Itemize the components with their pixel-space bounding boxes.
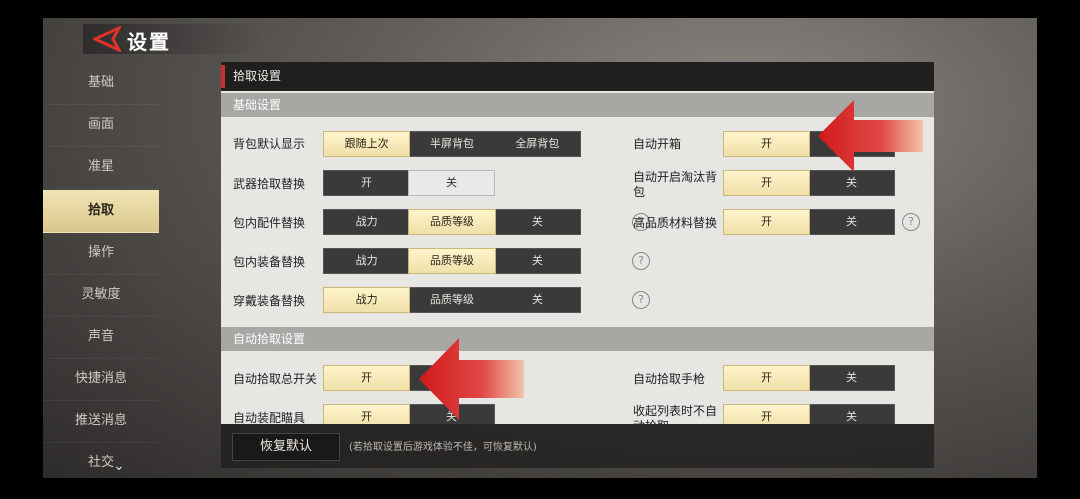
weapon-replace-off[interactable]: 关 xyxy=(408,170,495,196)
auto-open-bag-label: 自动开启淘汰背包 xyxy=(633,170,718,199)
auto-pickup-pistol-toggle: 开 关 xyxy=(723,365,895,391)
bag-display-label: 背包默认显示 xyxy=(233,137,306,151)
footer-bar: 恢复默认 (若拾取设置后游戏体验不佳，可恢复默认) xyxy=(221,424,934,468)
sidebar-item-basic[interactable]: 基础 xyxy=(43,62,159,105)
attachment-replace-power[interactable]: 战力 xyxy=(324,210,409,234)
bag-display-follow-last[interactable]: 跟随上次 xyxy=(322,131,411,157)
top-bar: 设置 xyxy=(43,18,1037,58)
sidebar-item-crosshair[interactable]: 准星 xyxy=(43,146,159,189)
auto-open-bag-off[interactable]: 关 xyxy=(809,171,894,195)
collapse-list-on[interactable]: 开 xyxy=(723,404,810,424)
hq-material-toggle: 开 关 xyxy=(723,209,895,235)
auto-open-bag-toggle: 开 关 xyxy=(723,170,895,196)
auto-open-box-on[interactable]: 开 xyxy=(723,131,810,157)
attachment-replace-off[interactable]: 关 xyxy=(495,210,580,234)
hq-material-off[interactable]: 关 xyxy=(809,210,894,234)
sidebar-item-push-messages[interactable]: 推送消息 xyxy=(43,400,159,443)
collapse-list-toggle: 开 关 xyxy=(723,404,895,424)
attachment-replace-selector: 战力 品质等级 关 xyxy=(323,209,581,235)
auto-open-box-label: 自动开箱 xyxy=(633,137,682,151)
auto-equip-scope-on[interactable]: 开 xyxy=(323,404,410,424)
wear-replace-power[interactable]: 战力 xyxy=(322,287,411,313)
sidebar-item-graphics[interactable]: 画面 xyxy=(43,104,159,147)
equip-replace-label: 包内装备替换 xyxy=(233,255,306,269)
sidebar: 基础 画面 准星 拾取 操作 灵敏度 声音 快捷消息 推送消息 社交 xyxy=(43,62,159,478)
collapse-list-off[interactable]: 关 xyxy=(809,405,894,424)
hq-material-label: 高品质材料替换 xyxy=(633,216,718,230)
chevron-down-icon[interactable]: ⌄ xyxy=(113,458,125,474)
panel-header: 拾取设置 xyxy=(221,62,934,91)
attachment-replace-label: 包内配件替换 xyxy=(233,216,306,230)
collapse-list-label: 收起列表时不自动拾取 xyxy=(633,404,718,424)
back-arrow-icon[interactable] xyxy=(93,26,121,52)
panel-title: 拾取设置 xyxy=(233,69,282,83)
auto-pickup-pistol-label: 自动拾取手枪 xyxy=(633,372,706,386)
wear-replace-selector: 战力 品质等级 关 xyxy=(322,287,581,313)
hq-material-help-icon[interactable]: ? xyxy=(902,213,920,231)
bag-display-full-screen[interactable]: 全屏背包 xyxy=(495,132,580,156)
red-arrow-icon-top xyxy=(818,100,923,172)
auto-open-bag-on[interactable]: 开 xyxy=(723,170,810,196)
sidebar-item-controls[interactable]: 操作 xyxy=(43,232,159,275)
auto-pickup-master-label: 自动拾取总开关 xyxy=(233,372,318,386)
auto-pickup-master-on[interactable]: 开 xyxy=(323,365,410,391)
sidebar-item-sensitivity[interactable]: 灵敏度 xyxy=(43,274,159,317)
equip-help-icon[interactable]: ? xyxy=(632,252,650,270)
section-auto-pickup: 自动拾取设置 xyxy=(221,327,934,351)
weapon-replace-label: 武器拾取替换 xyxy=(233,177,306,191)
page-title: 设置 xyxy=(127,30,171,54)
sidebar-item-quick-messages[interactable]: 快捷消息 xyxy=(43,358,159,401)
equip-replace-quality[interactable]: 品质等级 xyxy=(408,248,496,274)
header-accent xyxy=(221,65,225,88)
sidebar-item-social[interactable]: 社交 xyxy=(43,442,159,478)
reset-hint-text: (若拾取设置后游戏体验不佳，可恢复默认) xyxy=(349,442,537,453)
equip-replace-power[interactable]: 战力 xyxy=(324,249,409,273)
game-screen: 设置 基础 画面 准星 拾取 操作 灵敏度 声音 快捷消息 推送消息 社交 ⌄ … xyxy=(43,18,1037,478)
wear-replace-label: 穿戴装备替换 xyxy=(233,294,306,308)
wear-replace-off[interactable]: 关 xyxy=(495,288,580,312)
auto-pickup-pistol-on[interactable]: 开 xyxy=(723,365,810,391)
bag-display-selector: 跟随上次 半屏背包 全屏背包 xyxy=(322,131,581,157)
weapon-replace-toggle: 开 关 xyxy=(323,170,495,196)
equip-replace-off[interactable]: 关 xyxy=(495,249,580,273)
wear-replace-quality[interactable]: 品质等级 xyxy=(409,288,494,312)
auto-equip-scope-label: 自动装配瞄具 xyxy=(233,411,306,424)
equip-replace-selector: 战力 品质等级 关 xyxy=(323,248,581,274)
auto-pickup-pistol-off[interactable]: 关 xyxy=(809,366,894,390)
weapon-replace-on[interactable]: 开 xyxy=(324,171,409,195)
red-arrow-icon-bottom xyxy=(419,338,524,420)
hq-material-on[interactable]: 开 xyxy=(723,209,810,235)
sidebar-item-sound[interactable]: 声音 xyxy=(43,316,159,359)
attachment-replace-quality[interactable]: 品质等级 xyxy=(408,209,496,235)
sidebar-item-pickup[interactable]: 拾取 xyxy=(43,190,159,233)
bag-display-half-screen[interactable]: 半屏背包 xyxy=(409,132,494,156)
wear-help-icon[interactable]: ? xyxy=(632,291,650,309)
reset-default-button[interactable]: 恢复默认 xyxy=(232,433,340,461)
